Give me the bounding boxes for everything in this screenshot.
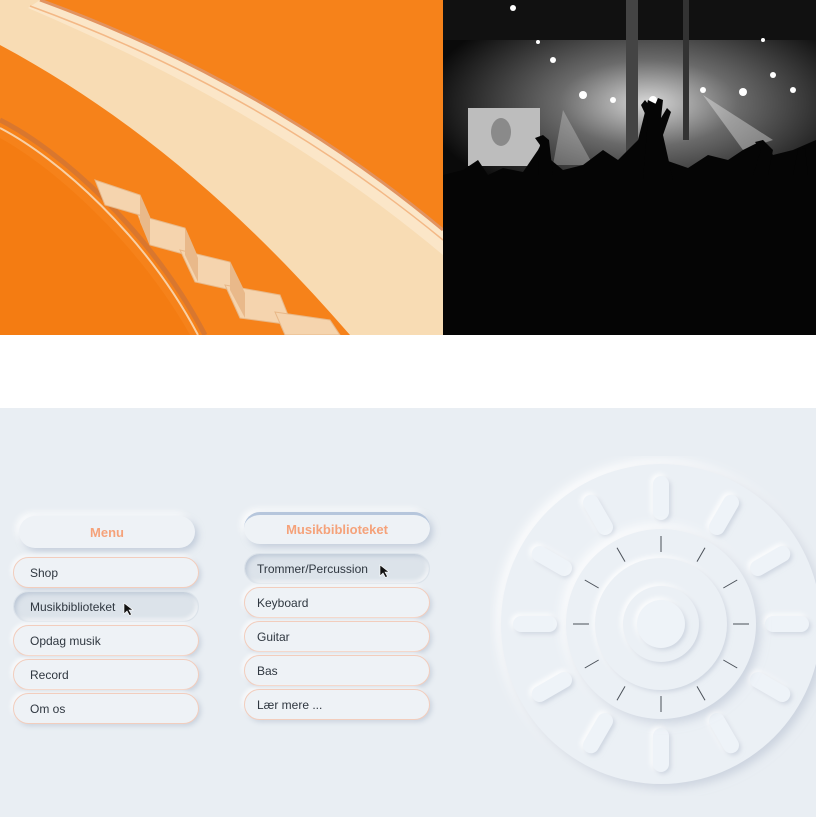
library-item-bas[interactable]: Bas: [244, 655, 430, 686]
concert-illustration: [443, 0, 816, 335]
library-item-label: Bas: [257, 663, 278, 678]
concert-photo: [443, 0, 816, 335]
library-item-label: Guitar: [257, 629, 290, 644]
menu-item-opdag-musik[interactable]: Opdag musik: [13, 625, 199, 656]
cursor-arrow-icon: [379, 564, 390, 578]
library-item-label: Keyboard: [257, 595, 309, 610]
library-item-laer-mere[interactable]: Lær mere ...: [244, 689, 430, 720]
menu-item-om-os[interactable]: Om os: [13, 693, 199, 724]
menu-item-label: Shop: [30, 565, 59, 580]
menu-item-label: Om os: [30, 701, 66, 716]
menu-title: Menu: [90, 524, 124, 540]
library-item-trommer[interactable]: Trommer/Percussion: [244, 553, 430, 584]
menu-item-label: Musikbiblioteket: [30, 599, 116, 614]
volume-dial[interactable]: [490, 456, 816, 796]
menu-item-record[interactable]: Record: [13, 659, 199, 690]
stairs-illustration: [0, 0, 443, 335]
dial-knob-center[interactable]: [637, 600, 685, 648]
cursor-arrow-icon: [123, 602, 134, 616]
library-item-label: Trommer/Percussion: [257, 561, 368, 576]
menu-item-label: Opdag musik: [30, 633, 101, 648]
library-item-label: Lær mere ...: [257, 697, 323, 712]
menu-item-shop[interactable]: Shop: [13, 557, 199, 588]
library-item-guitar[interactable]: Guitar: [244, 621, 430, 652]
library-menu: Musikbiblioteket Trommer/Percussion Keyb…: [244, 512, 430, 723]
menu-header: Menu: [19, 516, 195, 548]
stairs-photo: [0, 0, 443, 335]
menu-item-label: Record: [30, 667, 69, 682]
library-title: Musikbiblioteket: [286, 522, 388, 537]
neumorphic-panel: Menu Shop Musikbiblioteket Opdag musik R…: [0, 408, 816, 817]
library-header: Musikbiblioteket: [244, 512, 430, 544]
menu-item-musikbiblioteket[interactable]: Musikbiblioteket: [13, 591, 199, 622]
main-menu: Menu Shop Musikbiblioteket Opdag musik R…: [13, 516, 199, 727]
library-item-keyboard[interactable]: Keyboard: [244, 587, 430, 618]
